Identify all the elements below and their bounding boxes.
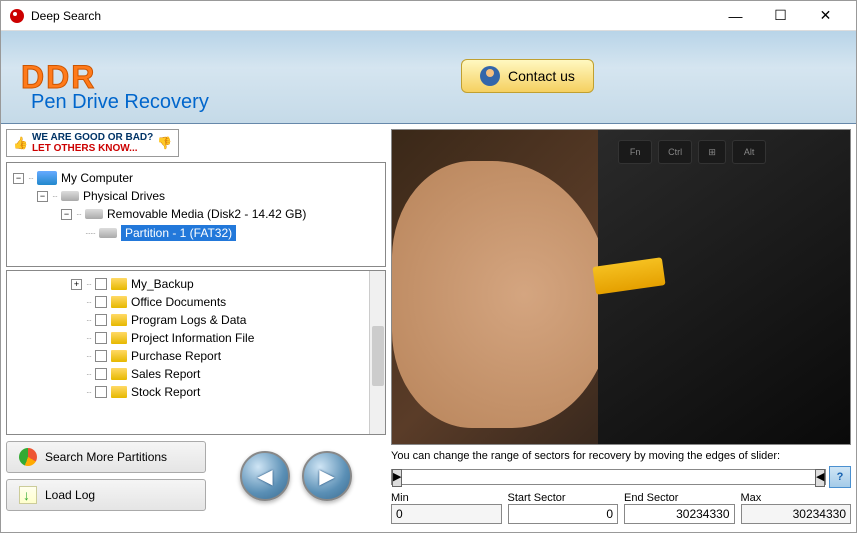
back-button[interactable]: ◀ bbox=[240, 451, 290, 501]
file-tree-item[interactable]: ···Sales Report bbox=[11, 365, 381, 383]
key-fn: Fn bbox=[618, 140, 652, 164]
thumb-up-icon: 👍 bbox=[13, 136, 28, 150]
file-tree-item[interactable]: +···My_Backup bbox=[11, 275, 381, 293]
checkbox[interactable] bbox=[95, 278, 107, 290]
file-tree-item[interactable]: ···Stock Report bbox=[11, 383, 381, 401]
load-log-button[interactable]: Load Log bbox=[6, 479, 206, 511]
checkbox[interactable] bbox=[95, 350, 107, 362]
drive-icon bbox=[61, 191, 79, 201]
file-label: Sales Report bbox=[131, 367, 200, 381]
contact-us-button[interactable]: Contact us bbox=[461, 59, 594, 93]
product-subtitle: Pen Drive Recovery bbox=[31, 91, 209, 114]
checkbox[interactable] bbox=[95, 332, 107, 344]
folder-icon bbox=[111, 368, 127, 380]
button-label: Load Log bbox=[45, 488, 95, 502]
logo-text: DDR bbox=[21, 59, 96, 96]
minimize-button[interactable]: — bbox=[713, 2, 758, 30]
folder-icon bbox=[111, 350, 127, 362]
min-value bbox=[391, 504, 502, 524]
checkbox[interactable] bbox=[95, 314, 107, 326]
file-tree-item[interactable]: ···Office Documents bbox=[11, 293, 381, 311]
folder-icon bbox=[111, 278, 127, 290]
file-tree-item[interactable]: ···Purchase Report bbox=[11, 347, 381, 365]
collapse-icon[interactable]: − bbox=[61, 209, 72, 220]
close-button[interactable]: ✕ bbox=[803, 2, 848, 30]
search-partitions-button[interactable]: Search More Partitions bbox=[6, 441, 206, 473]
file-tree: +···My_Backup···Office Documents···Progr… bbox=[6, 270, 386, 435]
collapse-icon[interactable]: − bbox=[37, 191, 48, 202]
review-line2: LET OTHERS KNOW... bbox=[32, 143, 138, 154]
file-label: Office Documents bbox=[131, 295, 226, 309]
sector-hint: You can change the range of sectors for … bbox=[391, 450, 851, 462]
file-tree-item[interactable]: ···Project Information File bbox=[11, 329, 381, 347]
computer-icon bbox=[37, 171, 57, 185]
key-alt: Alt bbox=[732, 140, 766, 164]
hand-graphic bbox=[392, 161, 612, 428]
log-file-icon bbox=[19, 486, 37, 504]
file-label: My_Backup bbox=[131, 277, 194, 291]
max-label: Max bbox=[741, 492, 852, 504]
file-tree-item[interactable]: ···Program Logs & Data bbox=[11, 311, 381, 329]
folder-icon bbox=[111, 296, 127, 308]
checkbox[interactable] bbox=[95, 368, 107, 380]
drive-icon bbox=[85, 209, 103, 219]
scroll-thumb[interactable] bbox=[372, 326, 384, 386]
scrollbar[interactable] bbox=[369, 271, 385, 434]
header-banner: DDR Pen Drive Recovery Contact us bbox=[1, 31, 856, 124]
drive-icon bbox=[99, 228, 117, 238]
end-sector-input[interactable] bbox=[624, 504, 735, 524]
file-label: Stock Report bbox=[131, 385, 200, 399]
person-icon bbox=[480, 66, 500, 86]
maximize-button[interactable]: ☐ bbox=[758, 2, 803, 30]
min-label: Min bbox=[391, 492, 502, 504]
folder-icon bbox=[111, 332, 127, 344]
tree-label: My Computer bbox=[61, 171, 133, 185]
forward-button[interactable]: ▶ bbox=[302, 451, 352, 501]
folder-icon bbox=[111, 314, 127, 326]
key-ctrl: Ctrl bbox=[658, 140, 692, 164]
tree-label: Removable Media (Disk2 - 14.42 GB) bbox=[107, 207, 306, 221]
collapse-icon[interactable]: − bbox=[13, 173, 24, 184]
window-titlebar: Deep Search — ☐ ✕ bbox=[1, 1, 856, 31]
tree-label-selected: Partition - 1 (FAT32) bbox=[121, 225, 236, 241]
end-label: End Sector bbox=[624, 492, 735, 504]
review-line1: WE ARE GOOD OR BAD? bbox=[32, 132, 153, 143]
expand-icon[interactable]: + bbox=[71, 279, 82, 290]
arrow-right-icon: ▶ bbox=[319, 464, 334, 489]
start-sector-input[interactable] bbox=[508, 504, 619, 524]
preview-image: Fn Ctrl ⊞ Alt bbox=[391, 129, 851, 445]
pie-chart-icon bbox=[19, 448, 37, 466]
checkbox[interactable] bbox=[95, 386, 107, 398]
sector-slider[interactable]: ▶ ◀ bbox=[391, 469, 826, 485]
app-icon bbox=[9, 8, 25, 24]
button-label: Search More Partitions bbox=[45, 450, 167, 464]
contact-label: Contact us bbox=[508, 68, 575, 84]
file-label: Program Logs & Data bbox=[131, 313, 246, 327]
max-value bbox=[741, 504, 852, 524]
file-label: Project Information File bbox=[131, 331, 254, 345]
slider-handle-left[interactable]: ▶ bbox=[392, 469, 402, 487]
key-win: ⊞ bbox=[698, 140, 726, 164]
thumb-down-icon: 👎 bbox=[157, 136, 172, 150]
window-title: Deep Search bbox=[31, 9, 713, 23]
folder-icon bbox=[111, 386, 127, 398]
tree-node-removable[interactable]: − ··· Removable Media (Disk2 - 14.42 GB) bbox=[13, 205, 379, 223]
slider-handle-right[interactable]: ◀ bbox=[815, 469, 825, 487]
review-badge[interactable]: 👍 WE ARE GOOD OR BAD? LET OTHERS KNOW...… bbox=[6, 129, 179, 157]
help-button[interactable]: ? bbox=[829, 466, 851, 488]
tree-node-partition[interactable]: ······ Partition - 1 (FAT32) bbox=[13, 223, 379, 243]
tree-node-physical[interactable]: − ··· Physical Drives bbox=[13, 187, 379, 205]
start-label: Start Sector bbox=[508, 492, 619, 504]
arrow-left-icon: ◀ bbox=[257, 464, 272, 489]
drive-tree: − ··· My Computer − ··· Physical Drives … bbox=[6, 162, 386, 267]
tree-node-computer[interactable]: − ··· My Computer bbox=[13, 169, 379, 187]
checkbox[interactable] bbox=[95, 296, 107, 308]
tree-label: Physical Drives bbox=[83, 189, 165, 203]
file-label: Purchase Report bbox=[131, 349, 221, 363]
